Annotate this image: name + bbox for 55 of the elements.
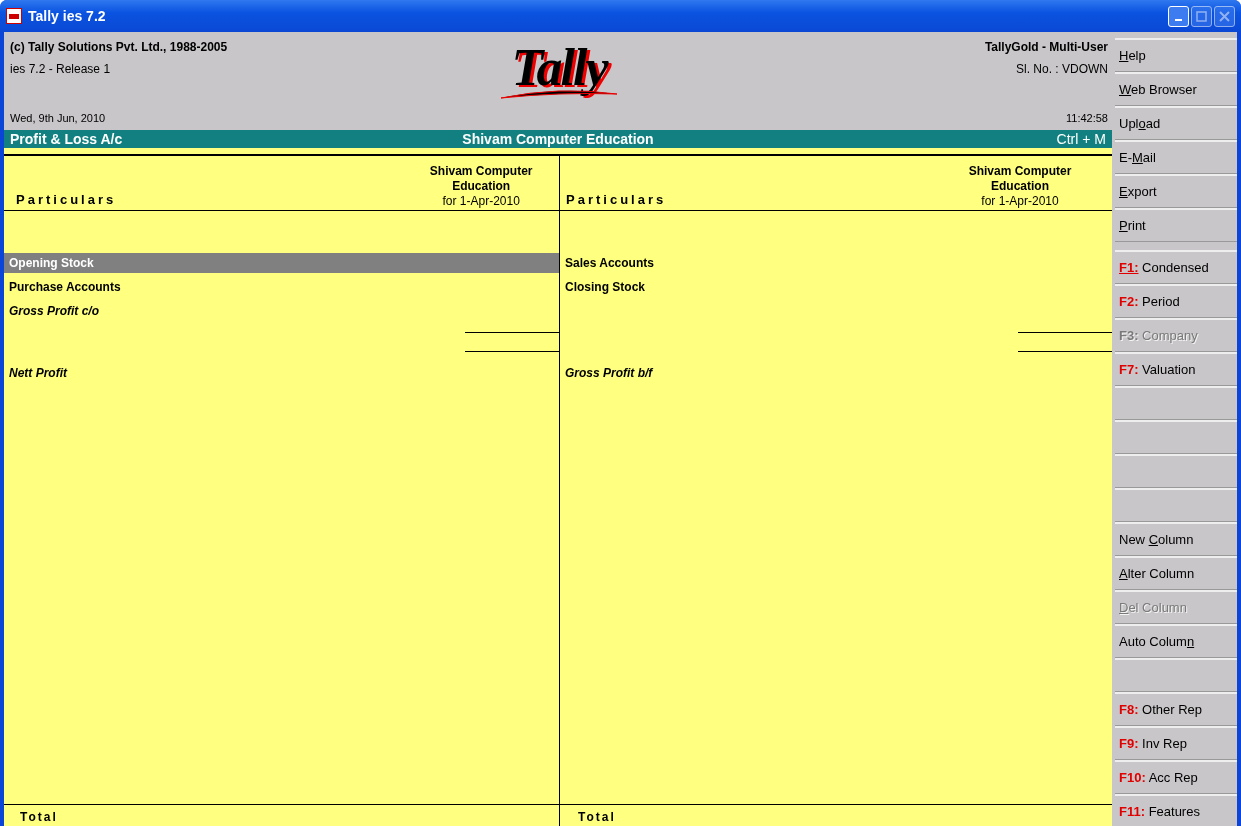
close-button[interactable] [1214,5,1235,27]
menu-button[interactable]: E-Mail [1115,140,1237,174]
logo-text: Tally [511,42,607,94]
menu-button[interactable]: Export [1115,174,1237,208]
menu-button[interactable]: F2: Period [1115,284,1237,318]
ledger-group-item[interactable]: Opening Stock [4,253,559,273]
menu-button[interactable]: F1: Condensed [1115,250,1237,284]
company-name: Shivam Computer Education [461,129,655,149]
maximize-icon [1196,10,1207,22]
window-title: Tally ies 7.2 [28,6,106,26]
menu-button[interactable]: Alter Column [1115,556,1237,590]
column-heading: Particulars [565,190,668,209]
menu-button[interactable]: Help [1115,38,1237,72]
period-text: for 1-Apr-2010 [980,194,1060,209]
shortcut-text: Ctrl + M [1055,129,1106,149]
empty-button[interactable] [1115,658,1237,692]
ledger-group-item[interactable]: Gross Profit b/f [560,363,658,383]
time-text: 11:42:58 [1066,110,1108,126]
ledger-group-item[interactable]: Purchase Accounts [4,277,126,297]
total-label: Total [19,809,59,826]
ledger-group-item[interactable]: Closing Stock [560,277,650,297]
column-heading: Particulars [15,190,118,209]
ledger-group-item[interactable]: Gross Profit c/o [4,301,105,321]
menu-button[interactable]: Upload [1115,106,1237,140]
close-icon [1219,10,1230,22]
column-heading: Shivam Computer [967,164,1073,179]
column-heading: Education [451,179,512,194]
ledger-group-item[interactable]: Nett Profit [4,363,72,383]
menu-button[interactable]: Web Browser [1115,72,1237,106]
serial-number-text: Sl. No. : VDOWN [1016,61,1108,78]
app-icon [6,8,22,24]
menu-button[interactable]: F7: Valuation [1115,352,1237,386]
empty-button[interactable] [1115,386,1237,420]
menu-button[interactable]: Print [1115,208,1237,242]
menu-button[interactable]: F10: Acc Rep [1115,760,1237,794]
ledger-group-item[interactable]: Sales Accounts [560,253,659,273]
period-text: for 1-Apr-2010 [441,194,521,209]
empty-button[interactable] [1115,454,1237,488]
menu-button[interactable]: F9: Inv Rep [1115,726,1237,760]
column-heading: Shivam Computer [428,164,534,179]
menu-button[interactable]: F8: Other Rep [1115,692,1237,726]
empty-button[interactable] [1115,420,1237,454]
date-text: Wed, 9th Jun, 2010 [10,110,107,126]
empty-button[interactable] [1115,488,1237,522]
menu-button[interactable]: New Column [1115,522,1237,556]
edition-text: TallyGold - Multi-User [984,39,1108,56]
minimize-button[interactable] [1168,5,1189,27]
maximize-button[interactable] [1191,5,1212,27]
copyright-text: (c) Tally Solutions Pvt. Ltd., 1988-2005 [10,39,229,56]
release-text: ies 7.2 - Release 1 [10,61,112,78]
minimize-icon [1175,19,1182,21]
column-heading: Education [990,179,1050,194]
report-title: Profit & Loss A/c [10,129,124,149]
total-label: Total [577,809,617,826]
menu-button[interactable]: Auto Column [1115,624,1237,658]
